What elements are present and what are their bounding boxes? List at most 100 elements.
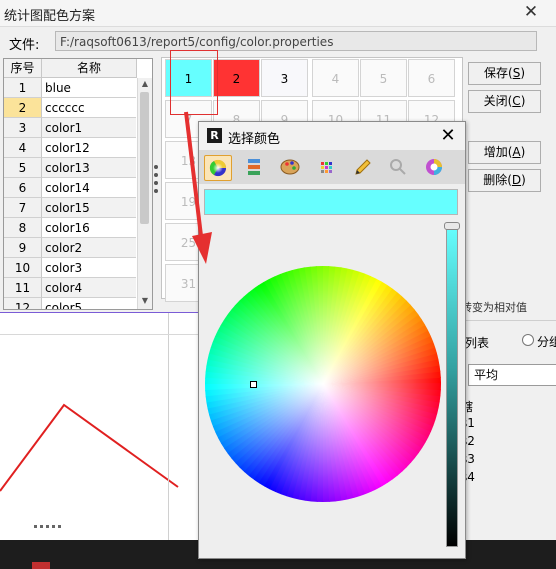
row-number: 2 — [4, 98, 42, 118]
row-number: 4 — [4, 138, 42, 158]
swatches-tab[interactable] — [313, 155, 341, 181]
color-chooser-title: 选择颜色 — [228, 132, 281, 147]
row-number: 3 — [4, 118, 42, 138]
radio-group-icon[interactable] — [522, 334, 534, 346]
radio-group-label[interactable]: 分组 — [537, 333, 556, 350]
delete-button[interactable]: 删除(D) — [468, 169, 541, 192]
selected-cell-highlight — [170, 50, 218, 115]
row-name: color3 — [42, 258, 136, 278]
table-row[interactable]: 10 color3 — [4, 258, 136, 278]
color-cell[interactable]: 4 — [312, 59, 359, 97]
table-row[interactable]: 3 color1 — [4, 118, 136, 138]
row-name: color16 — [42, 218, 136, 238]
color-chooser-title-bar: R 选择颜色 ✕ — [199, 122, 465, 150]
scroll-up-icon[interactable]: ▲ — [140, 79, 150, 88]
close-label: 关闭( — [483, 94, 513, 108]
horizontal-grip[interactable] — [30, 525, 70, 531]
color-mode-toolbar — [199, 150, 465, 184]
color-picker-marker[interactable] — [250, 381, 257, 388]
row-number: 8 — [4, 218, 42, 238]
table-row[interactable]: 9 color2 — [4, 238, 136, 258]
list-scrollbar[interactable]: ▲ ▼ — [137, 78, 152, 309]
swatches-icon — [321, 162, 332, 173]
close-button[interactable]: 关闭(C) — [468, 90, 541, 113]
table-row[interactable]: 12 color5 — [4, 298, 136, 309]
pencil-icon — [355, 159, 371, 175]
color-cell[interactable]: 6 — [408, 59, 455, 97]
hue-saturation-wheel[interactable] — [205, 266, 441, 502]
add-tail: ) — [520, 145, 526, 159]
grip-dot — [154, 165, 158, 169]
panel-divider — [168, 313, 169, 541]
radio-list-label[interactable]: 列表 — [465, 334, 489, 351]
color-cell[interactable]: 3 — [261, 59, 308, 97]
close-shortcut: C — [512, 94, 521, 108]
grip-dot — [154, 173, 158, 177]
grip-dot — [154, 189, 158, 193]
scrollbar-thumb[interactable] — [140, 92, 149, 224]
palette-tab[interactable] — [277, 155, 305, 181]
row-name: color15 — [42, 198, 136, 218]
row-name: color4 — [42, 278, 136, 298]
brightness-slider[interactable] — [446, 225, 458, 547]
row-number: 7 — [4, 198, 42, 218]
table-row[interactable]: 4 color12 — [4, 138, 136, 158]
divider — [461, 320, 556, 321]
aggregate-dropdown[interactable]: 平均 — [468, 364, 556, 386]
partial-header: 转变为相对值 — [461, 301, 527, 314]
taskbar-icon[interactable] — [32, 562, 50, 569]
row-name: color13 — [42, 158, 136, 178]
color-sliders-icon — [248, 159, 260, 175]
row-name: color2 — [42, 238, 136, 258]
sliders-tab[interactable] — [241, 155, 269, 181]
splitter-handle[interactable] — [153, 165, 159, 195]
column-header-number[interactable]: 序号 — [4, 59, 42, 78]
scroll-down-icon[interactable]: ▼ — [140, 296, 150, 305]
row-number: 6 — [4, 178, 42, 198]
row-number: 10 — [4, 258, 42, 278]
main-window-title: 统计图配色方案 — [4, 9, 96, 24]
delete-label: 删除( — [483, 173, 512, 187]
table-row[interactable]: 5 color13 — [4, 158, 136, 178]
pencil-tab[interactable] — [349, 155, 377, 181]
color-cell[interactable]: 5 — [360, 59, 407, 97]
table-row-selected[interactable]: 2 cccccc — [4, 98, 136, 118]
file-path-field[interactable]: F:/raqsoft0613/report5/config/color.prop… — [55, 31, 537, 51]
color-cell[interactable]: 2 — [213, 59, 260, 97]
row-name: color14 — [42, 178, 136, 198]
table-row[interactable]: 7 color15 — [4, 198, 136, 218]
add-button[interactable]: 增加(A) — [468, 141, 541, 164]
row-number: 12 — [4, 298, 42, 309]
column-header-name[interactable]: 名称 — [42, 59, 137, 78]
add-label: 增加( — [483, 145, 513, 159]
brightness-slider-thumb[interactable] — [444, 222, 460, 230]
delete-shortcut: D — [511, 173, 522, 187]
preview-series-line — [0, 403, 179, 492]
grip-dot — [154, 181, 158, 185]
preview-line-chart — [0, 403, 179, 492]
main-close-icon[interactable]: ✕ — [521, 2, 541, 22]
table-row[interactable]: 6 color14 — [4, 178, 136, 198]
row-name: color1 — [42, 118, 136, 138]
properties-panel: 转变为相对值 列表 分组 平均 辖 s1 s2 s3 s4 — [461, 300, 556, 540]
annotation-arrow — [184, 111, 212, 264]
table-row[interactable]: 11 color4 — [4, 278, 136, 298]
save-button[interactable]: 保存(S) — [468, 62, 541, 85]
save-tail: ) — [520, 66, 525, 80]
color-ball-icon — [426, 159, 442, 175]
color-chooser-dialog: R 选择颜色 ✕ — [198, 121, 466, 559]
magnifier-icon — [390, 159, 406, 175]
table-row[interactable]: 8 color16 — [4, 218, 136, 238]
main-title-bar: 统计图配色方案 ✕ — [0, 0, 556, 27]
color-ball-tab[interactable] — [421, 155, 449, 181]
file-label: 文件: — [9, 38, 40, 53]
table-row[interactable]: 1 blue — [4, 78, 136, 98]
divider — [0, 334, 200, 335]
row-name: cccccc — [42, 98, 136, 118]
row-number: 9 — [4, 238, 42, 258]
magnifier-tab[interactable] — [385, 155, 413, 181]
close-icon[interactable]: ✕ — [437, 125, 459, 147]
row-number: 1 — [4, 78, 42, 98]
row-number: 5 — [4, 158, 42, 178]
row-name: color5 — [42, 298, 136, 309]
